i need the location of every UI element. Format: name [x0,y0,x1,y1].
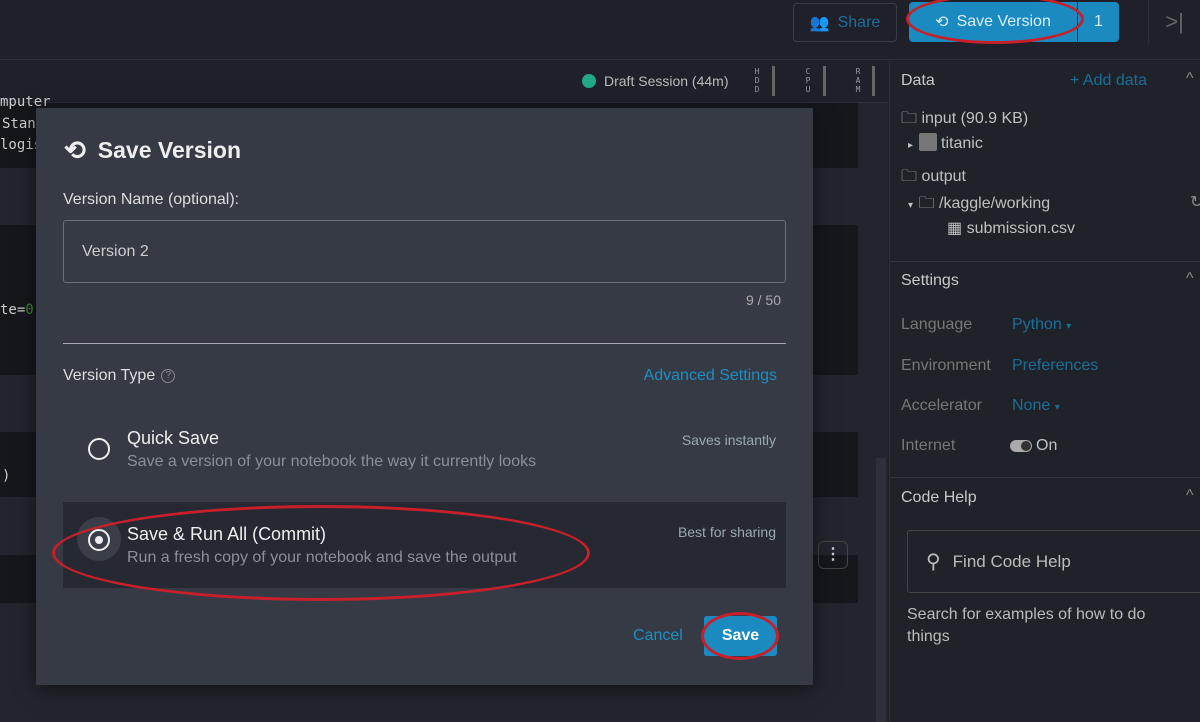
toggle-switch [1010,440,1032,452]
scrollbar[interactable] [876,458,886,722]
divider [890,477,1200,478]
code-help-search[interactable]: ⚲ Find Code Help [907,530,1200,593]
caret-right-icon: ▸ [908,140,919,151]
input-folder[interactable]: 🗀 input (90.9 KB) [901,107,1028,134]
session-status[interactable]: Draft Session (44m) [582,73,728,89]
version-type-label: Version Type ? [63,367,176,385]
file-submission[interactable]: ▦ submission.csv [947,218,1075,238]
more-options-icon[interactable]: ⋮ [818,541,848,569]
annotation-circle [52,505,590,601]
advanced-settings-link[interactable]: Advanced Settings [644,367,777,385]
collapse-right-icon[interactable]: >| [1148,0,1200,44]
radio-quick-save[interactable] [88,438,110,460]
cancel-button[interactable]: Cancel [633,627,683,645]
chevron-up-icon[interactable]: ^ [1186,70,1194,88]
add-data-button[interactable]: + Add data [1070,72,1147,90]
save-version-dialog: ⟲ Save Version Version Name (optional): … [36,108,813,685]
folder-icon: 🗀 [901,168,922,185]
caret-down-icon: ▾ [908,200,919,211]
char-count: 9 / 50 [745,292,781,308]
folder-icon: 🗀 [901,110,922,127]
output-folder[interactable]: 🗀 output [901,165,966,192]
option-quick-save[interactable]: Quick Save Save a version of your notebo… [63,414,786,500]
version-name-label: Version Name (optional): [63,191,240,208]
working-folder[interactable]: ▾ 🗀 /kaggle/working [908,192,1050,219]
chevron-up-icon[interactable]: ^ [1186,487,1194,505]
history-icon: ⟲ [64,135,86,165]
chevron-up-icon[interactable]: ^ [1186,270,1194,288]
dataset-titanic[interactable]: ▸ titanic [908,133,983,153]
ram-meter [872,66,875,96]
divider [890,261,1200,262]
search-icon: ⚲ [926,551,941,573]
table-icon: ▦ [947,220,967,237]
divider [63,343,786,344]
internet-toggle[interactable]: On [1010,437,1057,455]
accelerator-select[interactable]: None ▾ [1012,397,1060,415]
session-dot [582,74,596,88]
share-button[interactable]: 👥 Share [793,3,897,42]
settings-section-title: Settings [901,272,959,289]
ram-meter-label: RAM [855,67,861,94]
hdd-meter [772,66,775,96]
plus-icon: + [1070,72,1083,89]
users-icon: 👥 [809,14,830,32]
hdd-meter-label: HDD [754,67,760,94]
cpu-meter [823,66,826,96]
cpu-meter-label: CPU [805,67,811,94]
language-select[interactable]: Python ▾ [1012,316,1071,334]
folder-icon: 🗀 [918,195,940,212]
help-icon[interactable]: ? [161,369,176,383]
annotation-circle [701,612,779,660]
dialog-title: ⟲ Save Version [64,135,241,165]
version-name-input[interactable] [63,220,786,283]
version-count-button[interactable]: 1 [1078,2,1119,42]
help-text: Search for examples of how to do things [907,606,1146,645]
environment-link[interactable]: Preferences [1012,357,1098,375]
code-help-title: Code Help [901,489,977,506]
refresh-icon[interactable]: ↻ [1190,192,1200,212]
dataset-thumbnail [918,133,937,151]
right-sidebar: Data + Add data ^ 🗀 input (90.9 KB) ▸ ti… [889,61,1200,722]
data-section-title: Data [901,72,935,89]
